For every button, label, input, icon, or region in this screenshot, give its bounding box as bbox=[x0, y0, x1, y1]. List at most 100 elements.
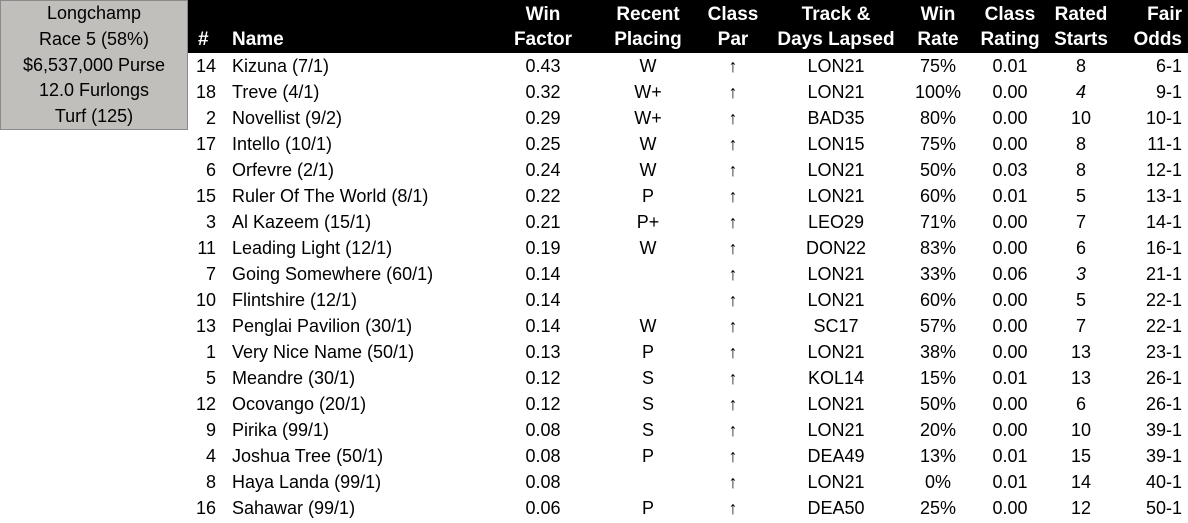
row-recent-placing: P bbox=[641, 186, 654, 206]
row-track-days: LON15 bbox=[807, 134, 865, 154]
row-win-factor: 0.43 bbox=[525, 56, 561, 76]
row-rated-starts: 6 bbox=[1075, 238, 1086, 258]
table-row: 12 Ocovango (20/1) 0.12 S ↑ LON21 50% 0.00 6 26-1 bbox=[188, 391, 1188, 417]
row-win-rate: 50% bbox=[919, 394, 957, 414]
row-class-par: ↑ bbox=[728, 186, 738, 206]
row-win-factor: 0.14 bbox=[525, 290, 561, 310]
table-row: 16 Sahawar (99/1) 0.06 P ↑ DEA50 25% 0.00 12 50-1 bbox=[188, 495, 1188, 521]
row-win-rate: 38% bbox=[919, 342, 957, 362]
row-recent-placing: W+ bbox=[634, 108, 662, 128]
row-win-rate: 0% bbox=[924, 472, 951, 492]
col-header-track-days: Track & Days Lapsed bbox=[777, 3, 895, 50]
row-num: 5 bbox=[205, 368, 216, 388]
row-horse-name: Ruler Of The World (8/1) bbox=[232, 186, 429, 206]
row-horse-name: Sahawar (99/1) bbox=[232, 498, 356, 518]
row-fair-odds: 22-1 bbox=[1145, 316, 1182, 336]
row-num: 15 bbox=[195, 186, 216, 206]
left-blank-area bbox=[0, 130, 188, 523]
row-fair-odds: 21-1 bbox=[1145, 264, 1182, 284]
table-row: 11 Leading Light (12/1) 0.19 W ↑ DON22 83% 0.00… bbox=[188, 235, 1188, 261]
row-rated-starts: 12 bbox=[1070, 498, 1092, 518]
row-rated-starts: 10 bbox=[1070, 108, 1092, 128]
table-row: 1 Very Nice Name (50/1) 0.13 P ↑ LON21 38% 0.00… bbox=[188, 339, 1188, 365]
row-track-days: KOL14 bbox=[807, 368, 865, 388]
table-row: 4 Joshua Tree (50/1) 0.08 P ↑ DEA49 13% 0.01 15 3… bbox=[188, 443, 1188, 469]
row-fair-odds: 26-1 bbox=[1145, 368, 1182, 388]
row-class-par: ↑ bbox=[728, 472, 738, 492]
row-class-rating: 0.00 bbox=[992, 134, 1028, 154]
track-name: Longchamp bbox=[46, 3, 142, 23]
row-win-rate: 60% bbox=[919, 290, 957, 310]
row-fair-odds: 14-1 bbox=[1145, 212, 1182, 232]
row-fair-odds: 13-1 bbox=[1145, 186, 1182, 206]
row-recent-placing: S bbox=[641, 368, 654, 388]
row-rated-starts: 5 bbox=[1075, 186, 1086, 206]
row-horse-name: Joshua Tree (50/1) bbox=[232, 446, 384, 466]
table-header: # Name Win Factor Recent Placing Class Par … bbox=[188, 0, 1188, 53]
row-horse-name: Novellist (9/2) bbox=[232, 108, 343, 128]
row-horse-name: Flintshire (12/1) bbox=[232, 290, 358, 310]
row-horse-name: Ocovango (20/1) bbox=[232, 394, 367, 414]
row-rated-starts: 13 bbox=[1070, 368, 1092, 388]
row-class-rating: 0.00 bbox=[992, 82, 1028, 102]
row-win-rate: 33% bbox=[919, 264, 957, 284]
row-win-factor: 0.12 bbox=[525, 368, 561, 388]
row-class-rating: 0.00 bbox=[992, 420, 1028, 440]
row-horse-name: Kizuna (7/1) bbox=[232, 56, 330, 76]
row-class-par: ↑ bbox=[728, 316, 738, 336]
row-class-rating: 0.00 bbox=[992, 290, 1028, 310]
row-track-days: LON21 bbox=[807, 290, 865, 310]
row-rated-starts: 5 bbox=[1075, 290, 1086, 310]
row-win-rate: 75% bbox=[919, 56, 957, 76]
row-class-rating: 0.01 bbox=[992, 446, 1028, 466]
row-recent-placing bbox=[598, 287, 698, 313]
row-fair-odds: 50-1 bbox=[1145, 498, 1182, 518]
table-row: 5 Meandre (30/1) 0.12 S ↑ KOL14 15% 0.01 13 26-1 bbox=[188, 365, 1188, 391]
row-track-days: SC17 bbox=[813, 316, 859, 336]
row-recent-placing: W+ bbox=[634, 82, 662, 102]
row-class-par: ↑ bbox=[728, 420, 738, 440]
row-track-days: DEA50 bbox=[807, 498, 865, 518]
col-header-name: Name bbox=[232, 28, 284, 50]
row-num: 3 bbox=[205, 212, 216, 232]
row-class-rating: 0.01 bbox=[992, 368, 1028, 388]
col-header-class-rating: Class Rating bbox=[980, 3, 1040, 50]
table-row: 8 Haya Landa (99/1) 0.08 ↑ LON21 0% 0.01 14 40-1 bbox=[188, 469, 1188, 495]
row-num: 18 bbox=[195, 82, 216, 102]
row-win-rate: 25% bbox=[919, 498, 957, 518]
row-num: 14 bbox=[195, 56, 216, 76]
row-win-rate: 71% bbox=[919, 212, 957, 232]
table-row: 6 Orfevre (2/1) 0.24 W ↑ LON21 50% 0.03 8 12-1 bbox=[188, 157, 1188, 183]
row-win-rate: 100% bbox=[914, 82, 962, 102]
row-track-days: LON21 bbox=[807, 394, 865, 414]
table-row: 10 Flintshire (12/1) 0.14 ↑ LON21 60% 0.00 5 22-… bbox=[188, 287, 1188, 313]
row-rated-starts: 7 bbox=[1075, 316, 1086, 336]
row-class-rating: 0.00 bbox=[992, 498, 1028, 518]
row-horse-name: Very Nice Name (50/1) bbox=[232, 342, 415, 362]
row-fair-odds: 40-1 bbox=[1145, 472, 1182, 492]
row-rated-starts: 14 bbox=[1070, 472, 1092, 492]
row-win-factor: 0.29 bbox=[525, 108, 561, 128]
row-track-days: LON21 bbox=[807, 82, 865, 102]
row-fair-odds: 22-1 bbox=[1145, 290, 1182, 310]
row-fair-odds: 23-1 bbox=[1145, 342, 1182, 362]
row-class-rating: 0.00 bbox=[992, 342, 1028, 362]
row-rated-starts: 6 bbox=[1075, 394, 1086, 414]
row-rated-starts: 8 bbox=[1075, 134, 1086, 154]
row-fair-odds: 6-1 bbox=[1155, 56, 1182, 76]
race-number: Race 5 (58%) bbox=[38, 28, 150, 49]
row-horse-name: Going Somewhere (60/1) bbox=[232, 264, 434, 284]
row-class-par: ↑ bbox=[728, 290, 738, 310]
row-track-days: DEA49 bbox=[807, 446, 865, 466]
row-track-days: LON21 bbox=[807, 420, 865, 440]
row-class-rating: 0.06 bbox=[992, 264, 1028, 284]
row-class-rating: 0.00 bbox=[992, 212, 1028, 232]
row-num: 17 bbox=[195, 134, 216, 154]
table-row: 3 Al Kazeem (15/1) 0.21 P+ ↑ LEO29 71% 0.00 7 14-… bbox=[188, 209, 1188, 235]
row-horse-name: Treve (4/1) bbox=[232, 82, 320, 102]
row-class-par: ↑ bbox=[728, 446, 738, 466]
col-header-class-par: Class Par bbox=[707, 3, 759, 50]
row-track-days: LON21 bbox=[807, 264, 865, 284]
row-horse-name: Meandre (30/1) bbox=[232, 368, 356, 388]
row-win-rate: 13% bbox=[919, 446, 957, 466]
